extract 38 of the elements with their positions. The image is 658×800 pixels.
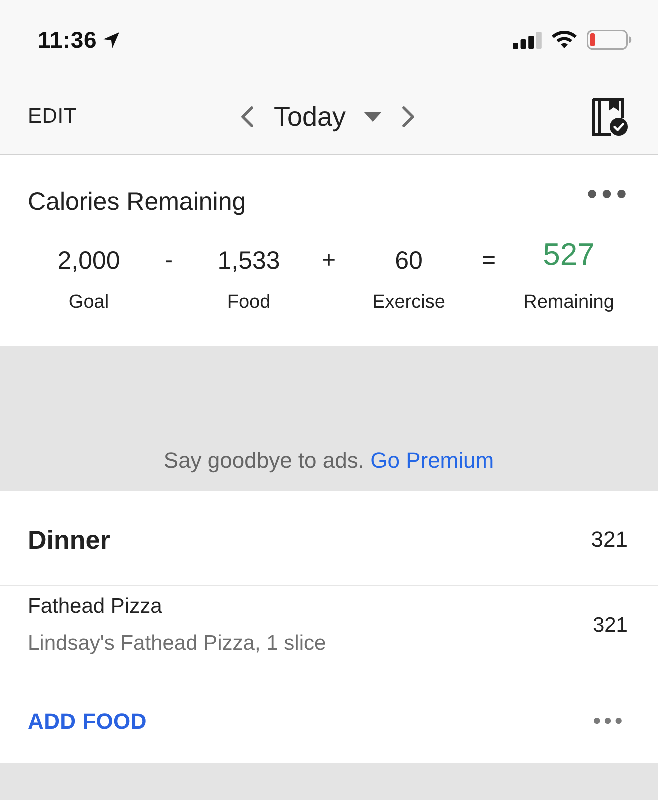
signal-icon <box>513 32 542 48</box>
calorie-value: 60 <box>395 246 423 277</box>
add-food-button[interactable]: ADD FOOD <box>28 708 147 734</box>
calorie-value: 2,000 <box>58 246 120 277</box>
meal-title: Dinner <box>28 524 110 556</box>
calorie-label: Remaining <box>524 291 614 315</box>
food-calories: 321 <box>592 614 628 638</box>
ad-message: Say goodbye to ads. Go Premium <box>164 447 494 475</box>
more-button[interactable] <box>594 718 622 725</box>
wifi-icon <box>552 31 577 49</box>
meal-calories: 321 <box>591 527 628 553</box>
more-icon <box>594 718 622 725</box>
operator-sign: - <box>165 246 173 276</box>
remaining-value: 527 <box>543 238 595 274</box>
card-title: Calories Remaining <box>28 187 246 218</box>
go-premium-link[interactable]: Go Premium <box>370 448 494 473</box>
edit-button[interactable]: EDIT <box>28 105 78 129</box>
previous-day-button[interactable] <box>240 106 254 128</box>
more-icon <box>588 190 626 198</box>
book-check-icon <box>592 98 628 136</box>
operator-sign: = <box>482 246 496 276</box>
caret-icon <box>364 112 382 122</box>
date-dropdown[interactable]: Today <box>274 102 382 132</box>
calorie-label: Food <box>227 291 271 315</box>
location-arrow-icon <box>103 32 120 48</box>
operator-sign: + <box>322 246 336 276</box>
battery-icon <box>587 30 632 50</box>
chevron-left-icon <box>240 106 254 128</box>
calorie-label: Exercise <box>372 291 446 315</box>
food-name[interactable]: Fathead Pizza <box>28 594 162 620</box>
diary-button[interactable] <box>592 98 628 136</box>
more-button[interactable] <box>588 190 626 198</box>
next-day-button[interactable] <box>402 106 416 128</box>
status-time: 11:36 <box>38 26 98 54</box>
chevron-right-icon <box>402 106 416 128</box>
food-description: Lindsay's Fathead Pizza, 1 slice <box>28 631 326 657</box>
calorie-value: 1,533 <box>218 246 280 277</box>
calorie-label: Goal <box>68 291 110 315</box>
